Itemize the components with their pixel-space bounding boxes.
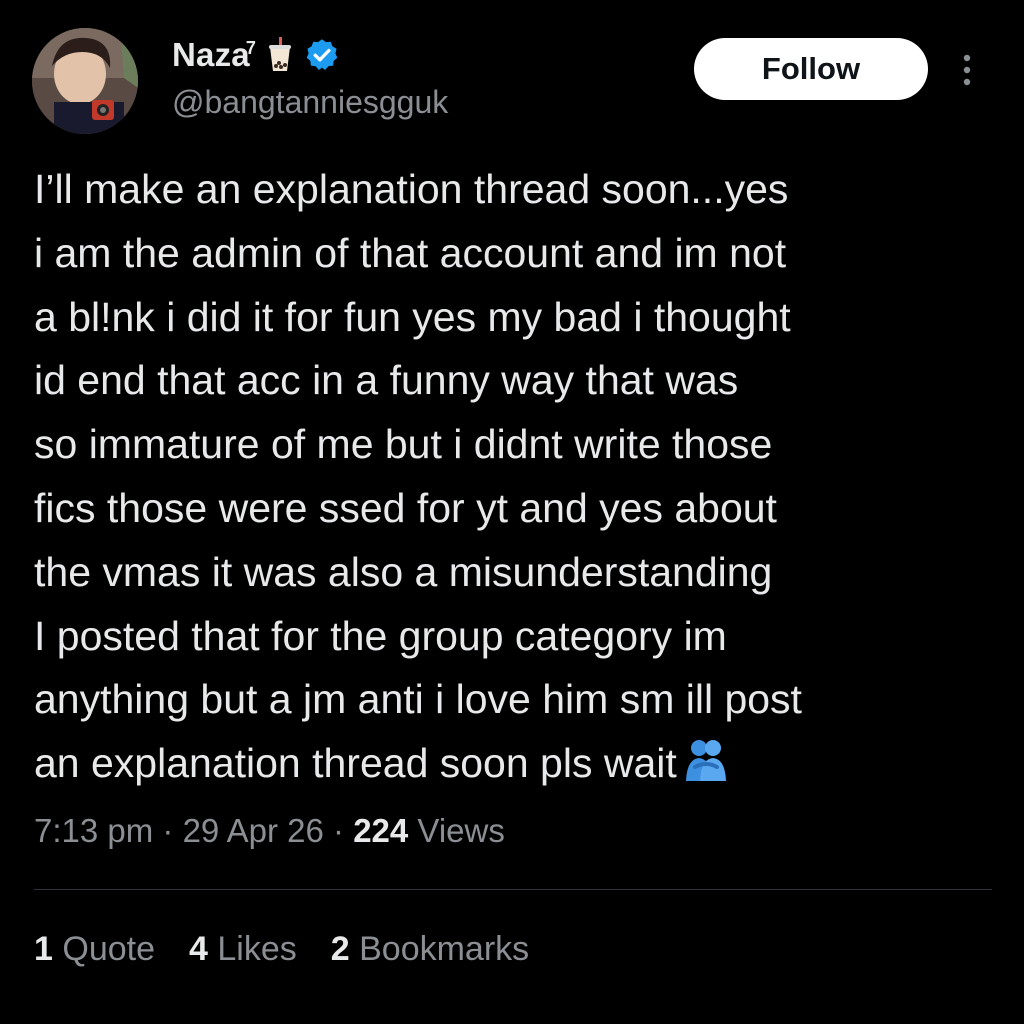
likes-count: 4 <box>189 930 208 968</box>
tweet-text: I’ll make an explanation thread soon...y… <box>34 158 994 796</box>
tweet-line: id end that acc in a funny way that was <box>34 357 739 404</box>
bookmarks-label: Bookmarks <box>349 930 530 968</box>
bookmarks-stat[interactable]: 2 Bookmarks <box>331 930 529 969</box>
name-row: Naza7 <box>172 36 340 74</box>
tweet-date[interactable]: 29 Apr 26 <box>183 812 324 849</box>
engagement-stats: 1 Quote 4 Likes 2 Bookmarks <box>34 930 529 969</box>
divider <box>34 889 992 890</box>
user-handle[interactable]: @bangtanniesgguk <box>172 84 448 121</box>
views-label: Views <box>408 812 505 849</box>
tweet-line: the vmas it was also a misunderstanding <box>34 548 773 595</box>
tweet-header: Naza7 @bangtanniesgguk Follow <box>32 28 992 138</box>
display-name[interactable]: Naza7 <box>172 36 256 74</box>
likes-stat[interactable]: 4 Likes <box>189 930 297 969</box>
quotes-stat[interactable]: 1 Quote <box>34 930 155 969</box>
avatar[interactable] <box>32 28 138 134</box>
quotes-label: Quote <box>52 930 155 968</box>
quotes-count: 1 <box>34 930 53 968</box>
tweet-line: I posted that for the group category im <box>34 612 727 659</box>
tweet-line: anything but a jm anti i love him sm ill… <box>34 676 802 723</box>
tweet-meta: 7:13 pm · 29 Apr 26 · 224 Views <box>34 812 505 850</box>
people-hugging-emoji <box>683 737 729 783</box>
tweet-line: i am the admin of that account and im no… <box>34 229 787 276</box>
tweet-time[interactable]: 7:13 pm <box>34 812 153 849</box>
tweet-line-text: an explanation thread soon pls wait <box>34 740 677 787</box>
bookmarks-count: 2 <box>330 930 350 968</box>
tweet-line: a bl!nk i did it for fun yes my bad i th… <box>34 293 791 340</box>
tweet-line: so immature of me but i didnt write thos… <box>34 421 773 468</box>
likes-label: Likes <box>207 930 297 968</box>
follow-button[interactable]: Follow <box>694 38 928 100</box>
bubble-tea-emoji <box>262 37 298 73</box>
tweet-line: fics those were ssed for yt and yes abou… <box>34 484 777 531</box>
meta-separator: · <box>153 812 183 849</box>
views-count: 224 <box>353 812 409 849</box>
verified-badge-icon <box>304 37 340 73</box>
tweet-line: I’ll make an explanation thread soon...y… <box>34 166 789 212</box>
more-vertical-icon[interactable] <box>957 50 977 90</box>
tweet-line-last: an explanation thread soon pls wait <box>34 732 994 796</box>
avatar-image <box>32 28 138 134</box>
name-superscript: 7 <box>245 38 257 58</box>
meta-separator: · <box>323 812 354 849</box>
